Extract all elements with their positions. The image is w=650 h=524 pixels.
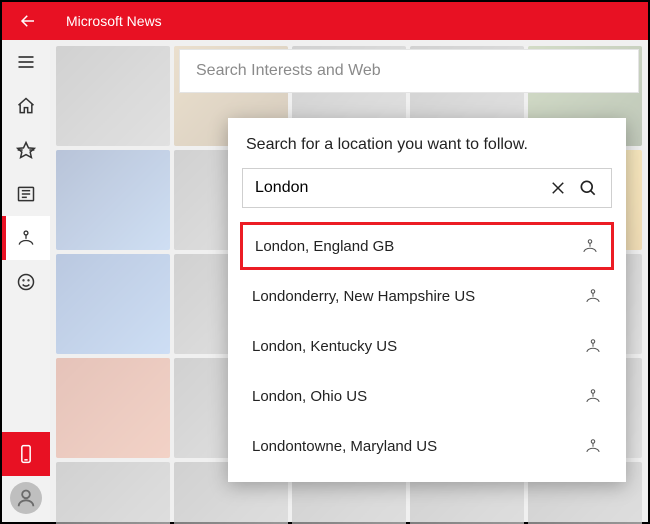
sidebar-favorites-button[interactable] <box>2 128 50 172</box>
news-icon <box>16 184 36 204</box>
map-pin-icon <box>584 337 602 355</box>
location-result-label: London, Ohio US <box>252 388 367 405</box>
location-search-panel: Search for a location you want to follow… <box>228 118 626 482</box>
sidebar-home-button[interactable] <box>2 84 50 128</box>
app-body: Search Interests and Web Search for a lo… <box>2 40 648 522</box>
app-window: Microsoft News <box>0 0 650 524</box>
location-result[interactable]: London, Ohio US <box>240 372 614 420</box>
sidebar-phone-button[interactable] <box>2 432 50 476</box>
location-search-field <box>242 168 612 208</box>
panel-heading: Search for a location you want to follow… <box>228 136 626 168</box>
sidebar-news-button[interactable] <box>2 172 50 216</box>
smiley-icon <box>16 272 36 292</box>
map-pin-icon <box>584 287 602 305</box>
main-content: Search Interests and Web Search for a lo… <box>50 40 648 522</box>
location-result-label: Londontowne, Maryland US <box>252 438 437 455</box>
home-icon <box>16 96 36 116</box>
app-title: Microsoft News <box>66 13 162 29</box>
sidebar-account-button[interactable] <box>10 482 42 514</box>
map-pin-icon <box>584 437 602 455</box>
sidebar <box>2 40 50 522</box>
location-result-label: London, England GB <box>255 238 394 255</box>
sidebar-feedback-button[interactable] <box>2 260 50 304</box>
arrow-left-icon <box>19 12 37 30</box>
location-result[interactable]: Londonderry, New Hampshire US <box>240 272 614 320</box>
hamburger-icon <box>16 52 36 72</box>
search-placeholder: Search Interests and Web <box>196 62 381 80</box>
sidebar-local-button[interactable] <box>2 216 50 260</box>
map-pin-icon <box>584 387 602 405</box>
map-pin-icon <box>581 237 599 255</box>
location-input[interactable] <box>255 179 543 197</box>
location-results-list: London, England GB Londonderry, New Hamps… <box>228 214 626 470</box>
search-button[interactable] <box>573 173 603 203</box>
location-result[interactable]: Londontowne, Maryland US <box>240 422 614 470</box>
back-button[interactable] <box>8 2 48 40</box>
phone-icon <box>16 444 36 464</box>
person-icon <box>15 487 37 509</box>
titlebar: Microsoft News <box>2 2 648 40</box>
search-icon <box>578 178 598 198</box>
location-result-label: Londonderry, New Hampshire US <box>252 288 475 305</box>
star-icon <box>16 140 36 160</box>
map-pin-icon <box>16 228 36 248</box>
global-search-bar[interactable]: Search Interests and Web <box>180 50 638 92</box>
sidebar-menu-button[interactable] <box>2 40 50 84</box>
location-result[interactable]: London, Kentucky US <box>240 322 614 370</box>
clear-button[interactable] <box>543 173 573 203</box>
close-icon <box>549 179 567 197</box>
location-result-label: London, Kentucky US <box>252 338 397 355</box>
location-result[interactable]: London, England GB <box>240 222 614 270</box>
